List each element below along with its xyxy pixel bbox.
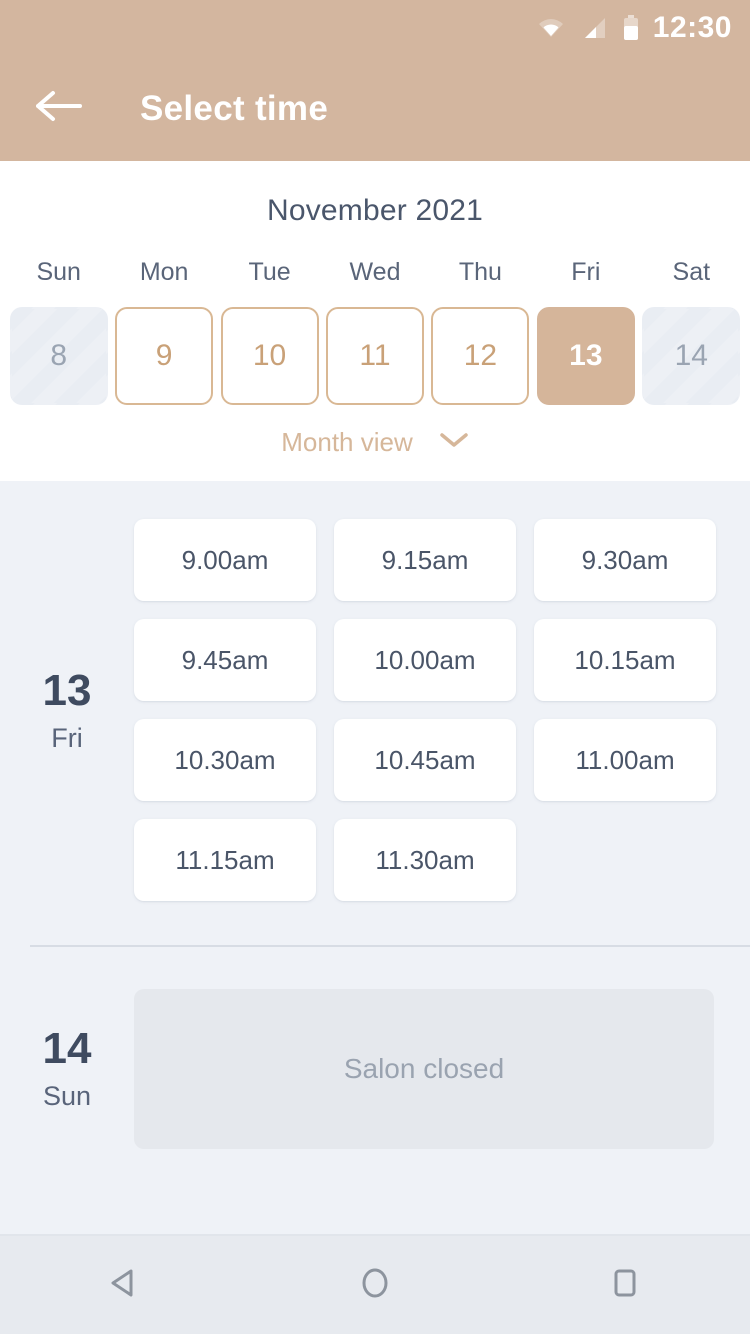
day-section-label: 14 Sun [0, 1023, 134, 1112]
month-view-label: Month view [281, 427, 413, 457]
time-slot-grid: 9.00am 9.15am 9.30am 9.45am 10.00am 10.1… [134, 481, 750, 941]
month-view-toggle[interactable]: Month view [0, 427, 750, 458]
calendar-panel: November 2021 Sun Mon Tue Wed Thu Fri Sa… [0, 161, 750, 481]
calendar-day-row: 8 9 10 11 12 13 14 [0, 307, 750, 405]
android-nav-bar [0, 1234, 750, 1334]
app-bar: Select time [0, 56, 750, 161]
screen-select-time: 12:30 Select time November 2021 Sun Mon … [0, 0, 750, 1334]
day-cell-wrap: 10 [217, 307, 322, 405]
day-section-14: 14 Sun Salon closed [0, 947, 750, 1213]
signal-icon [581, 16, 607, 40]
time-slot[interactable]: 9.30am [534, 519, 716, 601]
day-sections: 13 Fri 9.00am 9.15am 9.30am 9.45am 10.00… [0, 481, 750, 1213]
day-cell-8: 8 [9, 307, 108, 405]
day-cell-13-selected[interactable]: 13 [536, 307, 635, 405]
status-bar: 12:30 [0, 0, 750, 56]
back-button[interactable] [22, 72, 96, 146]
nav-home-button[interactable] [330, 1240, 420, 1330]
weekday-label: Wed [349, 258, 401, 286]
day-section-label: 13 Fri [0, 481, 134, 941]
battery-icon [623, 15, 639, 41]
time-slot[interactable]: 11.00am [534, 719, 716, 801]
time-slot[interactable]: 10.15am [534, 619, 716, 701]
time-slot[interactable]: 10.00am [334, 619, 516, 701]
day-cell-14: 14 [642, 307, 741, 405]
wifi-icon [537, 17, 565, 39]
time-slot[interactable]: 9.15am [334, 519, 516, 601]
day-section-weekday: Sun [42, 1080, 92, 1111]
weekday-label: Sun [36, 258, 81, 286]
weekday-label: Sat [672, 258, 711, 286]
status-bar-icons [537, 15, 639, 41]
chevron-down-icon [439, 431, 469, 454]
status-bar-clock: 12:30 [652, 11, 732, 44]
back-triangle-icon [105, 1263, 145, 1308]
day-cell-11[interactable]: 11 [325, 307, 424, 405]
day-cell-12[interactable]: 12 [431, 307, 530, 405]
weekday-label: Mon [139, 258, 189, 286]
recents-square-icon [605, 1263, 645, 1308]
time-slot[interactable]: 11.15am [134, 819, 316, 901]
home-circle-icon [355, 1263, 395, 1308]
time-slot[interactable]: 9.00am [134, 519, 316, 601]
day-cell-wrap: 12 [428, 307, 533, 405]
day-cell-wrap: 11 [322, 307, 427, 405]
calendar-month-title: November 2021 [266, 194, 484, 227]
day-section-number: 14 [42, 1023, 92, 1073]
time-slot[interactable]: 9.45am [134, 619, 316, 701]
day-section-weekday: Fri [51, 722, 83, 753]
weekday-label: Thu [458, 258, 502, 286]
day-cell-wrap: 13 [533, 307, 638, 405]
nav-recents-button[interactable] [580, 1240, 670, 1330]
salon-closed-card: Salon closed [134, 989, 714, 1149]
weekday-label: Tue [248, 258, 291, 286]
calendar-weekday-header: Sun Mon Tue Wed Thu Fri Sat [0, 258, 750, 287]
day-cell-wrap: 8 [6, 307, 111, 405]
time-slot[interactable]: 11.30am [334, 819, 516, 901]
time-slot[interactable]: 10.30am [134, 719, 316, 801]
day-section-13: 13 Fri 9.00am 9.15am 9.30am 9.45am 10.00… [0, 481, 750, 941]
page-title: Select time [140, 88, 329, 128]
time-slot[interactable]: 10.45am [334, 719, 516, 801]
nav-back-button[interactable] [80, 1240, 170, 1330]
day-cell-9[interactable]: 9 [115, 307, 214, 405]
day-cell-wrap: 9 [111, 307, 216, 405]
day-cell-wrap: 14 [639, 307, 744, 405]
back-arrow-icon [36, 89, 82, 128]
day-cell-10[interactable]: 10 [220, 307, 319, 405]
day-section-number: 13 [42, 665, 92, 715]
weekday-label: Fri [571, 258, 601, 286]
